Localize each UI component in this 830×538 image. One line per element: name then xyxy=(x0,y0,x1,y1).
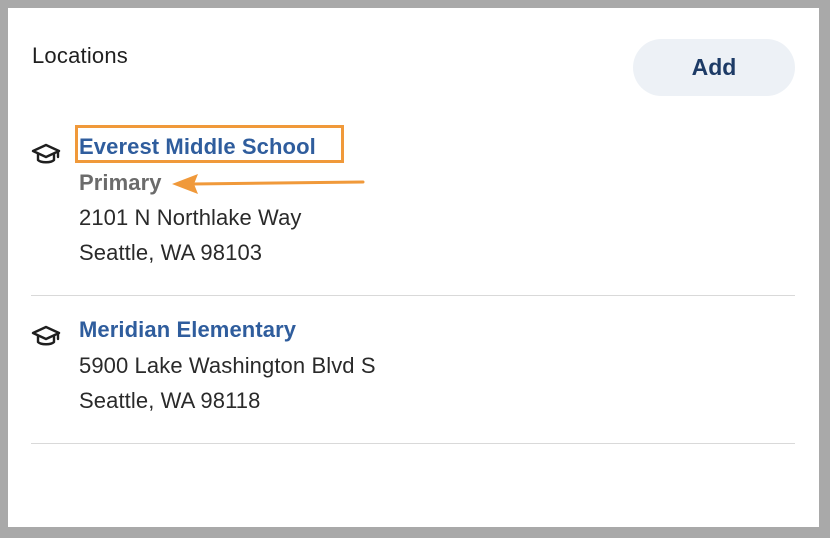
location-name-link[interactable]: Meridian Elementary xyxy=(79,317,296,343)
locations-card: Locations Add Everest Middle School Prim… xyxy=(8,8,819,527)
address-line-1: 2101 N Northlake Way xyxy=(79,205,302,230)
primary-badge: Primary xyxy=(79,170,162,195)
add-location-button[interactable]: Add xyxy=(633,39,795,96)
address-line-1: 5900 Lake Washington Blvd S xyxy=(79,353,376,378)
annotation-highlight-box xyxy=(75,125,344,163)
graduation-cap-icon xyxy=(31,143,61,164)
address-line-2: Seattle, WA 98103 xyxy=(79,240,263,265)
address-line-2: Seattle, WA 98118 xyxy=(79,388,261,413)
annotation-arrow-icon xyxy=(172,174,365,194)
location-item: Meridian Elementary 5900 Lake Washington… xyxy=(31,310,795,444)
card-title: Locations xyxy=(32,43,128,68)
graduation-cap-icon xyxy=(31,325,61,346)
